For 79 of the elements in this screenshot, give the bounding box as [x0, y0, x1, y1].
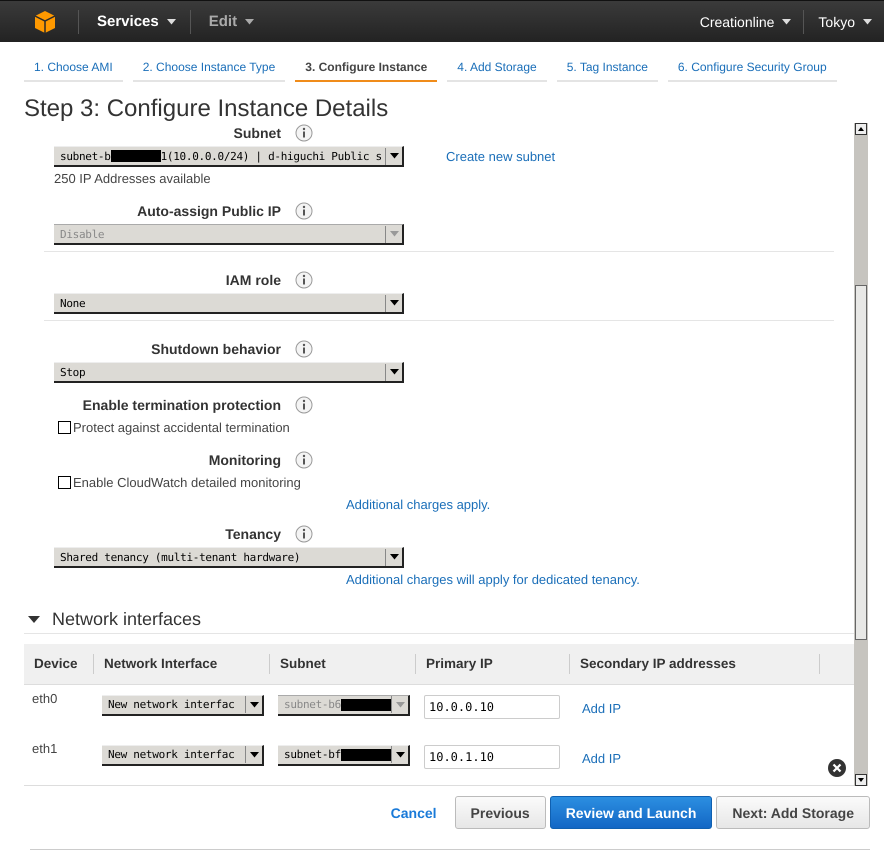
field-label: Tenancy — [225, 526, 281, 542]
column-header: Subnet — [270, 654, 416, 674]
caret-down-icon — [390, 153, 398, 159]
caret-icon — [782, 18, 792, 24]
cube-logo-icon — [34, 10, 56, 34]
info-icon — [295, 340, 313, 358]
create-subnet-link[interactable]: Create new subnet — [446, 149, 556, 164]
field-label: Subnet — [234, 125, 281, 141]
remove-icon[interactable] — [828, 758, 846, 776]
column-header: Primary IP — [416, 654, 570, 674]
checkbox[interactable] — [58, 421, 71, 434]
field-label: Monitoring — [208, 452, 281, 468]
checkbox[interactable] — [58, 476, 71, 489]
checkbox-label: Enable CloudWatch detailed monitoring — [73, 475, 301, 490]
redaction-mark — [340, 698, 391, 710]
dropdown[interactable]: subnet-b 1(10.0.0.0/24) | d-higuchi Public s — [54, 146, 404, 167]
dropdown[interactable]: Stop — [54, 362, 404, 383]
action-button[interactable]: Previous — [454, 796, 546, 829]
scroll-down-icon — [855, 774, 867, 786]
caret-down-icon — [250, 702, 258, 708]
info-icon — [295, 396, 313, 414]
ip-input-field[interactable]: 10.0.1.10 — [424, 744, 560, 768]
table-cell: eth0 — [32, 690, 58, 706]
caret-down-icon — [390, 369, 398, 375]
redaction-mark — [340, 748, 391, 760]
info-icon — [295, 124, 313, 142]
field-label: IAM role — [226, 272, 281, 288]
info-icon — [295, 451, 313, 469]
ip-input-field[interactable]: 10.0.0.10 — [424, 694, 560, 718]
caret-icon — [166, 18, 176, 24]
wizard-tab[interactable]: 4. Add Storage — [447, 56, 547, 82]
action-button[interactable]: Next: Add Storage — [716, 796, 870, 829]
caret-down-icon — [390, 300, 398, 306]
wizard-tab[interactable]: 6. Configure Security Group — [668, 56, 837, 82]
info-icon — [295, 202, 313, 220]
charges-link[interactable]: Additional charges will apply for dedicated tenancy. — [346, 572, 854, 587]
section-title: Network interfaces — [52, 609, 202, 630]
column-header: Device — [24, 654, 94, 674]
column-header: Network Interface — [94, 654, 270, 674]
dropdown[interactable]: subnet-bf — [278, 744, 410, 766]
charges-link[interactable]: Additional charges apply. — [346, 497, 854, 512]
redaction-mark — [110, 150, 161, 162]
caret-icon — [863, 18, 872, 24]
field-label: Auto-assign Public IP — [137, 203, 281, 219]
region-menu[interactable]: Tokyo — [804, 14, 884, 30]
cancel-link[interactable]: Cancel — [376, 796, 451, 829]
field-label: Shutdown behavior — [151, 341, 281, 357]
availability-note: 250 IP Addresses available — [54, 171, 212, 188]
dropdown[interactable]: Shared tenancy (multi-tenant hardware) — [54, 547, 404, 568]
wizard-tab[interactable]: 1. Choose AMI — [24, 56, 123, 82]
checkbox-label: Protect against accidental termination — [73, 420, 290, 435]
caret-down-icon — [28, 614, 40, 626]
page-title: Step 3: Configure Instance Details — [24, 95, 390, 123]
table-cell: eth1 — [32, 740, 58, 756]
account-menu[interactable]: Creationline — [686, 14, 804, 30]
caret-down-icon — [390, 554, 398, 560]
dropdown[interactable]: None — [54, 293, 404, 314]
add-ip-link[interactable]: Add IP — [582, 700, 622, 716]
info-icon — [295, 525, 313, 543]
section-toggle[interactable]: Network interfaces — [24, 609, 202, 630]
scroll-up-icon — [855, 123, 867, 135]
dropdown[interactable]: New network interfac — [102, 744, 264, 766]
caret-down-icon — [390, 231, 398, 237]
edit-menu[interactable]: Edit — [190, 13, 268, 30]
scrollbar[interactable] — [854, 123, 868, 786]
caret-down-icon — [250, 752, 258, 758]
wizard-tab[interactable]: 5. Tag Instance — [556, 56, 658, 82]
column-header: Secondary IP addresses — [570, 654, 820, 674]
field-label: Enable termination protection — [82, 397, 281, 413]
caret-down-icon — [396, 752, 404, 758]
action-button[interactable]: Review and Launch — [550, 796, 712, 829]
dropdown[interactable]: New network interfac — [102, 694, 264, 716]
services-menu[interactable]: Services — [79, 13, 190, 30]
wizard-tab[interactable]: 2. Choose Instance Type — [132, 56, 286, 82]
caret-down-icon — [396, 702, 404, 708]
info-icon — [295, 271, 313, 289]
wizard-tab[interactable]: 3. Configure Instance — [295, 56, 438, 82]
add-ip-link[interactable]: Add IP — [582, 750, 622, 766]
caret-icon — [245, 18, 254, 24]
